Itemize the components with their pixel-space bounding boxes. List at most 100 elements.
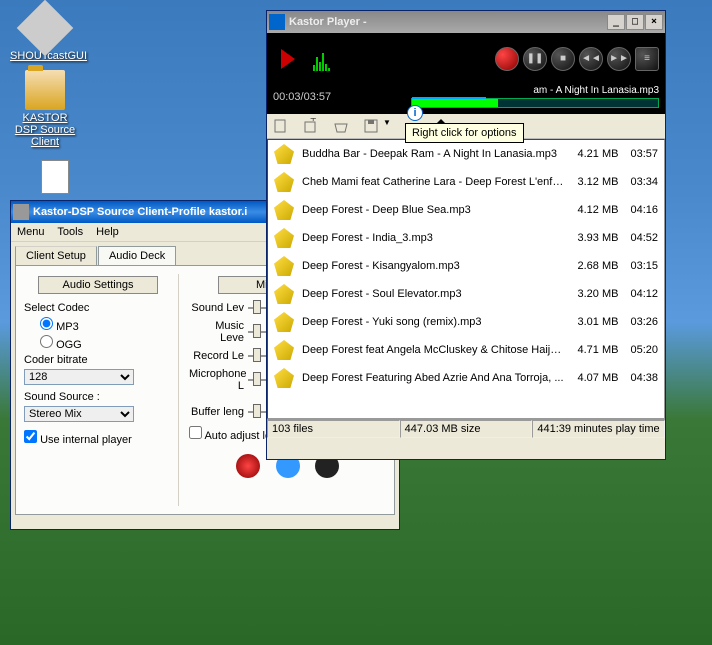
- track-duration: 03:15: [630, 260, 658, 272]
- stop-button[interactable]: ■: [551, 47, 575, 71]
- menu-tools[interactable]: Tools: [57, 226, 83, 238]
- track-duration: 04:12: [630, 288, 658, 300]
- track-duration: 05:20: [630, 344, 658, 356]
- playlist-row[interactable]: Deep Forest - Soul Elevator.mp3 3.20 MB 04…: [268, 280, 664, 308]
- status-size: 447.03 MB size: [400, 420, 533, 438]
- save-icon[interactable]: [363, 118, 379, 134]
- coder-bitrate-label: Coder bitrate: [24, 354, 172, 366]
- playlist-row[interactable]: Buddha Bar - Deepak Ram - A Night In Lan…: [268, 140, 664, 168]
- bitrate-select[interactable]: 128: [24, 369, 134, 385]
- info-icon: i: [407, 105, 423, 121]
- document-icon: [41, 160, 69, 194]
- time-display: 00:03/03:57: [273, 91, 331, 103]
- auto-adjust-checkbox[interactable]: [189, 426, 202, 439]
- track-name: Deep Forest Featuring Abed Azrie And Ana…: [302, 372, 566, 384]
- playlist-row[interactable]: Deep Forest - Yuki song (remix).mp3 3.01 …: [268, 308, 664, 336]
- track-name: Deep Forest - Deep Blue Sea.mp3: [302, 204, 566, 216]
- add-icon[interactable]: +: [303, 118, 319, 134]
- svg-text:+: +: [310, 118, 316, 125]
- playlist[interactable]: Buddha Bar - Deepak Ram - A Night In Lan…: [267, 139, 665, 419]
- record-button[interactable]: [495, 47, 519, 71]
- status-time: 441:39 minutes play time: [532, 420, 665, 438]
- track-name: Deep Forest - Kisangyalom.mp3: [302, 260, 566, 272]
- pause-button[interactable]: ❚❚: [523, 47, 547, 71]
- track-duration: 04:52: [630, 232, 658, 244]
- progress-bar[interactable]: [411, 98, 659, 108]
- folder-icon: [25, 70, 65, 110]
- next-button[interactable]: ►►: [607, 47, 631, 71]
- record-icon[interactable]: [236, 454, 260, 478]
- audio-file-icon: [274, 144, 294, 164]
- radio-ogg[interactable]: [40, 335, 53, 348]
- track-size: 4.21 MB: [578, 148, 619, 160]
- track-duration: 04:38: [630, 372, 658, 384]
- remove-icon[interactable]: [333, 118, 349, 134]
- audio-file-icon: [274, 172, 294, 192]
- prev-button[interactable]: ◄◄: [579, 47, 603, 71]
- track-name: Deep Forest - India_3.mp3: [302, 232, 566, 244]
- tooltip: Right click for options: [405, 123, 524, 143]
- playlist-row[interactable]: Deep Forest feat Angela McCluskey & Chit…: [268, 336, 664, 364]
- playlist-row[interactable]: Deep Forest - Kisangyalom.mp3 2.68 MB 03:1…: [268, 252, 664, 280]
- track-duration: 03:34: [630, 176, 658, 188]
- desktop-icon-kastor-dsp[interactable]: KASTOR DSP Source Client: [10, 70, 80, 148]
- app-icon: [269, 14, 285, 30]
- audio-file-icon: [274, 368, 294, 388]
- menu-menu[interactable]: Menu: [17, 226, 45, 238]
- audio-file-icon: [274, 312, 294, 332]
- track-name: Cheb Mami feat Catherine Lara - Deep For…: [302, 176, 566, 188]
- tab-audio-deck[interactable]: Audio Deck: [98, 246, 176, 265]
- visualizer: [313, 47, 353, 71]
- playlist-button[interactable]: ≡: [635, 47, 659, 71]
- tab-client-setup[interactable]: Client Setup: [15, 246, 97, 265]
- select-codec-label: Select Codec: [24, 302, 172, 314]
- playlist-row[interactable]: Deep Forest Featuring Abed Azrie And Ana…: [268, 364, 664, 392]
- track-name: Deep Forest - Soul Elevator.mp3: [302, 288, 566, 300]
- desktop-icon-shoutcast[interactable]: SHOUTcastGUI: [10, 8, 80, 62]
- audio-settings-button[interactable]: Audio Settings: [38, 276, 158, 294]
- track-name: Deep Forest feat Angela McCluskey & Chit…: [302, 344, 566, 356]
- window-title: Kastor Player -: [289, 16, 606, 28]
- dropdown-arrow-icon[interactable]: ▼: [383, 118, 391, 134]
- track-size: 3.12 MB: [578, 176, 619, 188]
- player-display: ❚❚ ■ ◄◄ ►► ≡ 00:03/03:57 am - A Night In…: [267, 33, 665, 114]
- sound-source-label: Sound Source :: [24, 391, 172, 403]
- track-name: Deep Forest - Yuki song (remix).mp3: [302, 316, 566, 328]
- track-size: 2.68 MB: [578, 260, 619, 272]
- audio-file-icon: [274, 228, 294, 248]
- track-size: 4.71 MB: [578, 344, 619, 356]
- radio-mp3[interactable]: [40, 317, 53, 330]
- audio-file-icon: [274, 340, 294, 360]
- track-duration: 04:16: [630, 204, 658, 216]
- play-button[interactable]: [281, 49, 295, 69]
- playlist-row[interactable]: Cheb Mami feat Catherine Lara - Deep For…: [268, 168, 664, 196]
- minimize-button[interactable]: _: [607, 14, 625, 30]
- kastor-player-window: Kastor Player - _ □ × ❚❚ ■ ◄◄ ►► ≡ 00:03…: [266, 10, 666, 460]
- track-marquee: am - A Night In Lanasia.mp3: [411, 85, 659, 96]
- player-titlebar[interactable]: Kastor Player - _ □ ×: [267, 11, 665, 33]
- new-icon[interactable]: [273, 118, 289, 134]
- app-icon: [13, 204, 29, 220]
- use-internal-checkbox[interactable]: [24, 430, 37, 443]
- track-size: 4.12 MB: [578, 204, 619, 216]
- track-duration: 03:26: [630, 316, 658, 328]
- menu-help[interactable]: Help: [96, 226, 119, 238]
- track-size: 3.20 MB: [578, 288, 619, 300]
- maximize-button[interactable]: □: [626, 14, 644, 30]
- track-name: Buddha Bar - Deepak Ram - A Night In Lan…: [302, 148, 566, 160]
- shoutcast-icon: [17, 0, 74, 56]
- desktop-icon-document[interactable]: [20, 160, 90, 196]
- playlist-row[interactable]: Deep Forest - Deep Blue Sea.mp3 4.12 MB 04…: [268, 196, 664, 224]
- audio-file-icon: [274, 200, 294, 220]
- audio-file-icon: [274, 256, 294, 276]
- track-duration: 03:57: [630, 148, 658, 160]
- track-size: 4.07 MB: [578, 372, 619, 384]
- track-size: 3.01 MB: [578, 316, 619, 328]
- close-button[interactable]: ×: [645, 14, 663, 30]
- status-files: 103 files: [267, 420, 400, 438]
- sound-source-select[interactable]: Stereo Mix: [24, 406, 134, 422]
- desktop-icon-label: KASTOR DSP Source Client: [10, 112, 80, 148]
- track-size: 3.93 MB: [578, 232, 619, 244]
- playlist-row[interactable]: Deep Forest - India_3.mp3 3.93 MB 04:52: [268, 224, 664, 252]
- status-bar: 103 files 447.03 MB size 441:39 minutes …: [267, 419, 665, 438]
